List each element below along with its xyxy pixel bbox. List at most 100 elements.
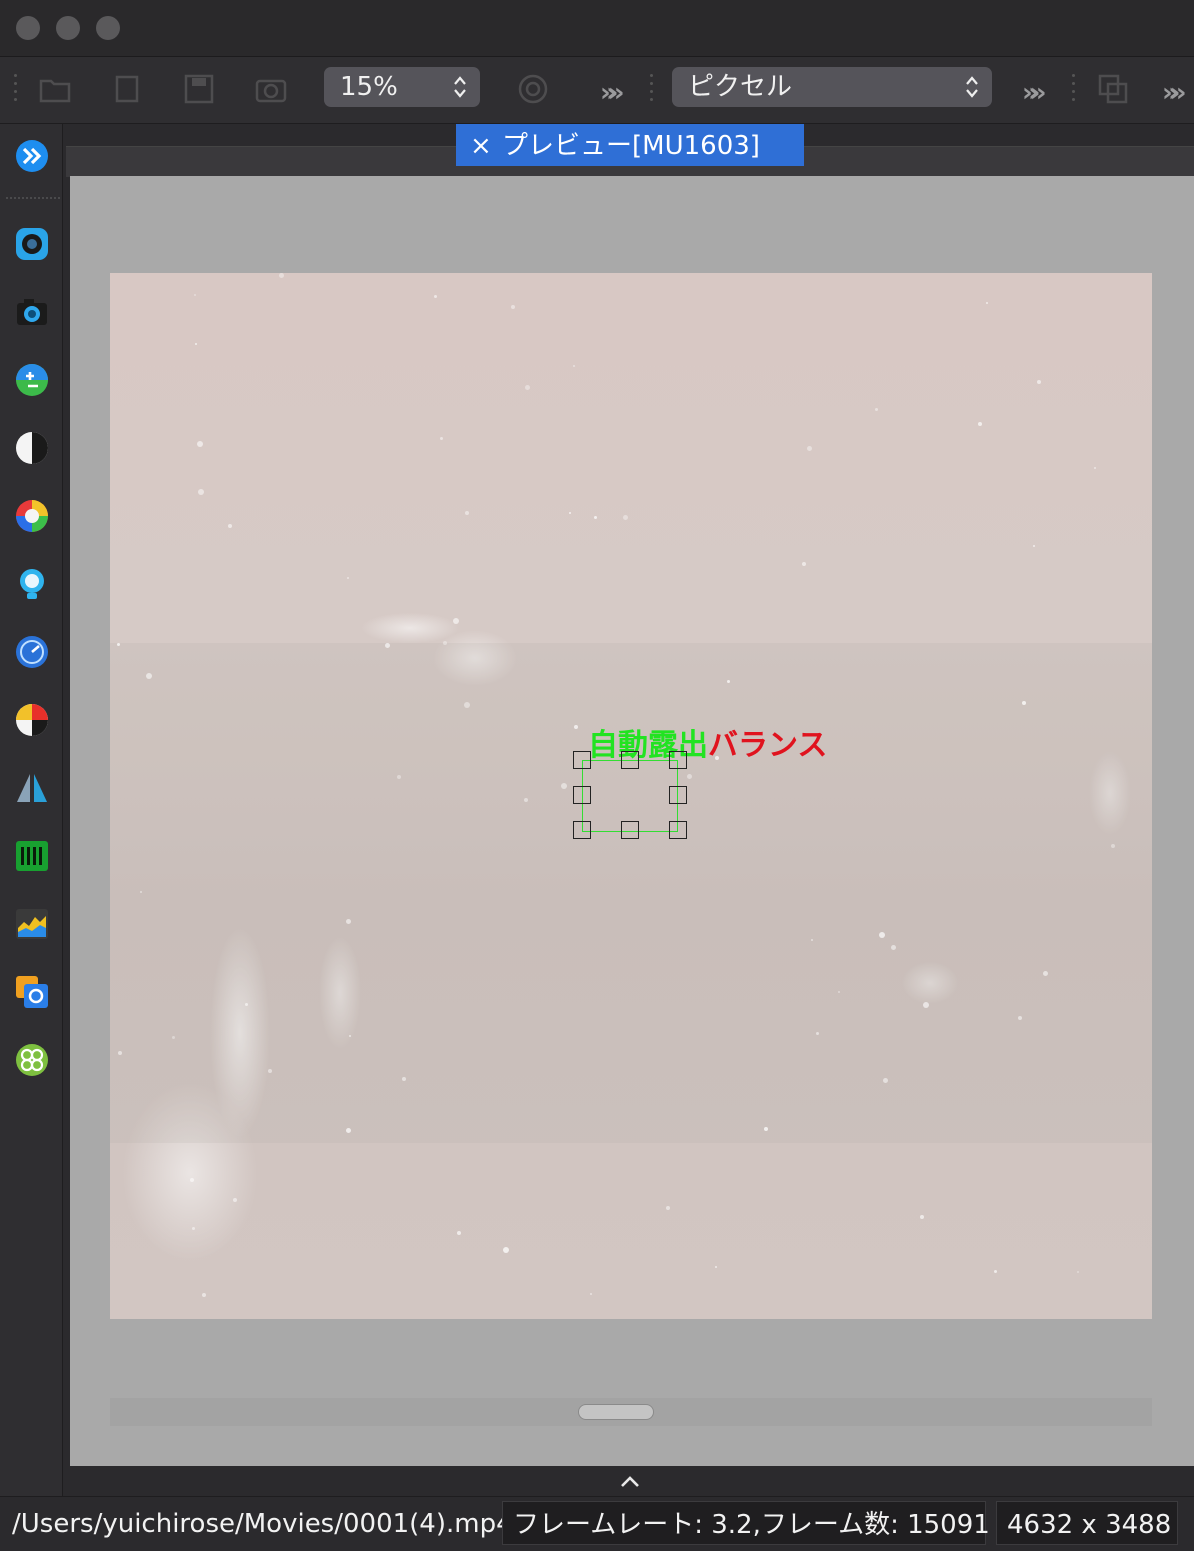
image-speck [140, 891, 142, 893]
image-speck [1043, 971, 1048, 976]
image-speck [1018, 1016, 1022, 1020]
image-speck [569, 512, 571, 514]
image-speck [194, 294, 196, 296]
histogram-icon[interactable] [14, 906, 50, 942]
image-speck [1033, 545, 1035, 547]
close-window-button[interactable] [16, 16, 40, 40]
open-folder-icon[interactable] [38, 72, 72, 106]
target-icon[interactable] [516, 72, 550, 106]
sidebar-divider [6, 197, 60, 199]
image-speck [879, 932, 885, 938]
chevron-up-icon[interactable] [618, 1472, 642, 1492]
duplicate-icon[interactable] [1096, 72, 1130, 106]
contrast-icon[interactable] [14, 430, 50, 466]
camera-icon[interactable] [14, 294, 50, 330]
image-speck [349, 1035, 351, 1037]
image-speck [347, 577, 349, 579]
image-speck [146, 673, 152, 679]
stitch-icon[interactable] [14, 1042, 50, 1078]
image-overlay-icon[interactable] [14, 974, 50, 1010]
image-speck [346, 1128, 351, 1133]
image-speck [233, 1198, 237, 1202]
roi-label-auto-exposure: 自動露出 [588, 728, 708, 763]
image-speck [465, 511, 469, 515]
unit-select[interactable]: ピクセル [672, 67, 992, 107]
image-speck [279, 273, 284, 278]
toolbar-grip [14, 70, 18, 106]
image-speck [464, 702, 470, 708]
image-speck [511, 305, 515, 309]
image-speck [574, 725, 578, 729]
color-balance-icon[interactable] [14, 702, 50, 738]
toolbar-overflow-icon[interactable]: »» [600, 78, 624, 108]
flip-icon[interactable] [14, 770, 50, 806]
tab-preview[interactable]: × プレビュー[MU1603] [456, 124, 804, 166]
image-speck [1094, 467, 1096, 469]
image-speck [453, 618, 459, 624]
image-speck [561, 783, 567, 789]
save-icon[interactable] [182, 72, 216, 106]
image-speck [715, 1266, 717, 1268]
zoom-window-button[interactable] [96, 16, 120, 40]
roi-resize-handle[interactable] [669, 786, 687, 804]
roi-resize-handle[interactable] [573, 821, 591, 839]
image-speck [807, 446, 812, 451]
image-speck [978, 422, 982, 426]
image-speck [802, 562, 806, 566]
image-speck [1022, 701, 1026, 705]
status-resolution: 4632 x 3488 [996, 1501, 1178, 1545]
image-speck [118, 1051, 122, 1055]
image-speck [875, 408, 878, 411]
image-speck [594, 516, 597, 519]
window-titlebar [0, 0, 1194, 57]
image-speck [197, 441, 203, 447]
roi-resize-handle[interactable] [669, 821, 687, 839]
status-file-path: /Users/yuichirose/Movies/0001(4).mp4 [12, 1509, 513, 1539]
status-frame-info: フレームレート: 3.2,フレーム数: 15091 [502, 1501, 990, 1545]
image-speck [994, 1270, 997, 1273]
roi-resize-handle[interactable] [621, 821, 639, 839]
roi-label-balance: バランス [708, 728, 828, 763]
roi-resize-handle[interactable] [573, 751, 591, 769]
image-speck [666, 1206, 670, 1210]
image-speck [838, 991, 840, 993]
image-speck [1037, 380, 1041, 384]
roi-resize-handle[interactable] [621, 751, 639, 769]
toolbar-overflow-icon[interactable]: »» [1022, 78, 1046, 108]
horizontal-scrollbar-thumb[interactable] [578, 1404, 654, 1420]
copy-icon[interactable] [110, 72, 144, 106]
roi-resize-handle[interactable] [573, 786, 591, 804]
unit-value: ピクセル [688, 72, 793, 102]
film-strip-icon[interactable] [14, 838, 50, 874]
image-speck [172, 1036, 175, 1039]
image-speck [228, 524, 232, 528]
bulb-icon[interactable] [14, 566, 50, 602]
image-speck [503, 1247, 509, 1253]
roi-resize-handle[interactable] [669, 751, 687, 769]
image-speck [268, 1069, 272, 1073]
image-speck [443, 641, 447, 645]
image-speck [623, 515, 628, 520]
expand-icon[interactable] [14, 138, 50, 174]
image-speck [457, 1231, 461, 1235]
toolbar-overflow-icon[interactable]: »» [1162, 78, 1186, 108]
zoom-value: 15% [340, 72, 398, 102]
image-speck [117, 643, 120, 646]
snapshot-icon[interactable] [254, 72, 288, 106]
speedometer-icon[interactable] [14, 634, 50, 670]
image-speck [198, 489, 204, 495]
image-speck [816, 1032, 819, 1035]
image-speck [440, 437, 443, 440]
image-speck [891, 945, 896, 950]
image-speck [385, 643, 390, 648]
exposure-icon[interactable] [14, 362, 50, 398]
camera-lens-icon[interactable] [14, 226, 50, 262]
close-tab-icon[interactable]: × [470, 124, 492, 168]
image-speck [687, 774, 692, 779]
toolbar-grip [1072, 70, 1076, 106]
minimize-window-button[interactable] [56, 16, 80, 40]
image-speck [590, 1293, 592, 1295]
color-wheel-icon[interactable] [14, 498, 50, 534]
image-speck [524, 798, 528, 802]
zoom-select[interactable]: 15% [324, 67, 480, 107]
